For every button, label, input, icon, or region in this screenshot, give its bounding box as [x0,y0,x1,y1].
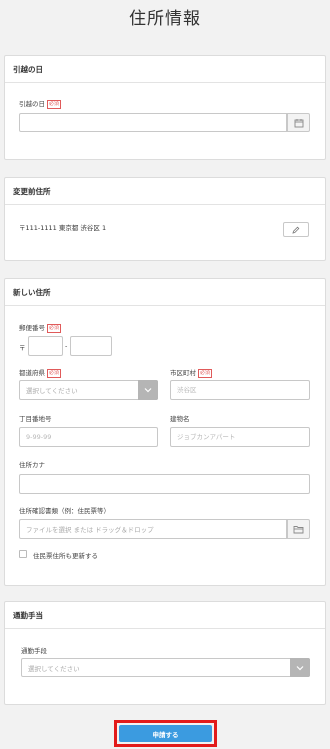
address-kana-label: 住所カナ [19,461,45,469]
chevron-down-icon [296,665,304,670]
folder-icon [293,525,304,533]
file-browse-button[interactable] [287,519,310,539]
address-document-label: 住所確認書類（例：住民票等） [19,507,110,515]
commute-method-dropdown-toggle[interactable] [290,658,310,677]
required-badge: 必須 [47,100,62,109]
commute-card: 通勤手当 [4,601,326,705]
edit-previous-address-button[interactable] [283,222,309,237]
city-input[interactable] [170,380,310,400]
prefecture-label-text: 都道府県 [19,369,45,377]
prefecture-dropdown-toggle[interactable] [138,380,158,400]
commute-method-select-value: 選択してください [28,664,80,673]
moving-day-label-text: 引越の日 [19,100,45,108]
address-document-placeholder: ファイルを選択 または ドラッグ＆ドロップ [26,526,154,534]
moving-day-label: 引越の日 必須 [19,98,62,109]
address-document-dropzone[interactable]: ファイルを選択 または ドラッグ＆ドロップ [19,519,287,539]
moving-day-date-input[interactable] [19,113,287,132]
previous-address-text: 〒111-1111 東京都 渋谷区 1 [19,224,107,232]
page-title: 住所情報 [129,9,201,29]
building-label: 建物名 [170,415,190,423]
street-label: 丁目番地号 [19,415,52,423]
postal-mark: 〒 [19,344,26,352]
required-badge: 必須 [198,369,213,378]
postal-code-first-input[interactable] [28,336,63,356]
update-resident-label: 住民票住所も更新する [33,552,98,560]
address-kana-input[interactable] [19,474,310,494]
moving-day-header: 引越の日 [5,56,325,83]
postal-code-label: 郵便番号 必須 [19,322,62,333]
city-label-text: 市区町村 [170,369,196,377]
postal-code-second-input[interactable] [70,336,112,356]
postal-separator: - [65,342,68,350]
prefecture-select-value: 選択してください [26,387,78,395]
calendar-button[interactable] [287,113,310,132]
building-input[interactable] [170,427,310,447]
commute-header: 通勤手当 [5,602,325,629]
postal-code-label-text: 郵便番号 [19,324,45,332]
submit-button[interactable]: 申請する [119,725,212,742]
chevron-down-icon [144,388,152,393]
calendar-icon [294,118,303,127]
commute-method-select[interactable]: 選択してください [21,658,310,677]
required-badge: 必須 [47,324,62,333]
street-input[interactable] [19,427,158,447]
update-resident-checkbox[interactable] [19,550,27,558]
previous-address-card: 変更前住所 [4,177,326,261]
commute-method-label: 通勤手段 [21,647,47,655]
new-address-header: 新しい住所 [5,279,325,306]
previous-address-header: 変更前住所 [5,178,325,205]
pencil-icon [292,226,300,234]
prefecture-label: 都道府県 必須 [19,367,62,378]
required-badge: 必須 [47,369,62,378]
city-label: 市区町村 必須 [170,367,213,378]
